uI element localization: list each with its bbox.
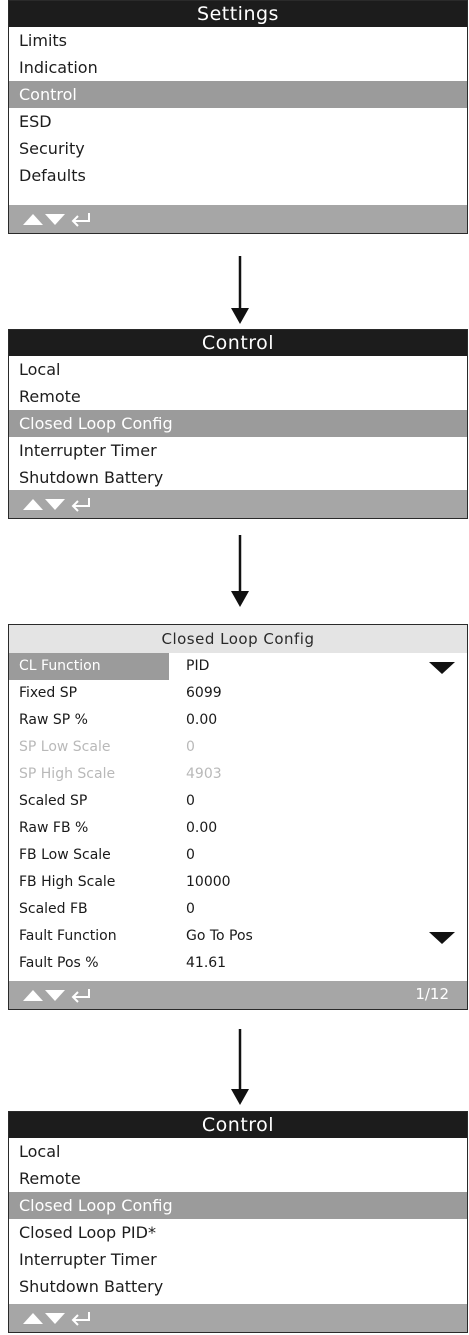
closed-loop-config-title: Closed Loop Config — [9, 625, 467, 653]
menu-item-limits[interactable]: Limits — [9, 27, 467, 54]
arrow-down-icon — [231, 1029, 249, 1105]
param-label: Fault Pos % — [19, 955, 99, 971]
param-value: 0.00 — [186, 712, 218, 728]
menu-item-closed-loop-pid[interactable]: Closed Loop PID* — [9, 1219, 467, 1246]
up-down-enter-icon[interactable] — [23, 211, 113, 227]
param-value: 10000 — [186, 874, 231, 890]
menu-item-defaults[interactable]: Defaults — [9, 162, 467, 189]
nav-footer — [9, 490, 467, 518]
menu-item-indication[interactable]: Indication — [9, 54, 467, 81]
param-row-cl-function[interactable]: CL Function PID — [9, 653, 467, 680]
menu-item-remote[interactable]: Remote — [9, 1165, 467, 1192]
param-label: Scaled FB — [19, 901, 88, 917]
menu-item-esd[interactable]: ESD — [9, 108, 467, 135]
param-value: 0 — [186, 793, 195, 809]
menu-item-shutdown-battery[interactable]: Shutdown Battery — [9, 464, 467, 491]
param-label: Fixed SP — [19, 685, 78, 701]
param-row-sp-low-scale: SP Low Scale 0 — [9, 734, 467, 761]
control-menu-panel: Control Local Remote Closed Loop Config … — [8, 329, 468, 519]
menu-item-local[interactable]: Local — [9, 356, 467, 383]
param-row-fault-pos[interactable]: Fault Pos % 41.61 — [9, 950, 467, 977]
arrow-down-icon — [231, 535, 249, 607]
param-row-fixed-sp[interactable]: Fixed SP 6099 — [9, 680, 467, 707]
nav-footer — [9, 205, 467, 233]
param-value: PID — [186, 658, 210, 674]
param-row-scaled-fb[interactable]: Scaled FB 0 — [9, 896, 467, 923]
dropdown-triangle-icon[interactable] — [429, 662, 455, 674]
menu-item-closed-loop-config[interactable]: Closed Loop Config — [9, 410, 467, 437]
menu-item-security[interactable]: Security — [9, 135, 467, 162]
param-label: FB Low Scale — [19, 847, 111, 863]
menu-item-interrupter-timer[interactable]: Interrupter Timer — [9, 1246, 467, 1273]
menu-item-interrupter-timer[interactable]: Interrupter Timer — [9, 437, 467, 464]
settings-menu-panel: Settings Limits Indication Control ESD S… — [8, 0, 468, 234]
page-indicator: 1/12 — [415, 985, 449, 1003]
param-row-raw-fb[interactable]: Raw FB % 0.00 — [9, 815, 467, 842]
control-menu-panel-pid: Control Local Remote Closed Loop Config … — [8, 1111, 468, 1333]
param-value: 41.61 — [186, 955, 227, 971]
param-label: SP Low Scale — [19, 739, 111, 755]
param-row-fault-function[interactable]: Fault Function Go To Pos — [9, 923, 467, 950]
param-row-raw-sp[interactable]: Raw SP % 0.00 — [9, 707, 467, 734]
param-label: FB High Scale — [19, 874, 116, 890]
param-value: 0 — [186, 901, 195, 917]
menu-item-remote[interactable]: Remote — [9, 383, 467, 410]
param-value: 0 — [186, 847, 195, 863]
param-value: Go To Pos — [186, 928, 253, 944]
param-value: 0 — [186, 739, 195, 755]
arrow-down-icon — [231, 256, 249, 324]
param-label: Raw FB % — [19, 820, 89, 836]
param-value: 4903 — [186, 766, 222, 782]
param-label: Fault Function — [19, 928, 117, 944]
param-value: 0.00 — [186, 820, 218, 836]
nav-footer: 1/12 — [9, 981, 467, 1009]
control-title: Control — [9, 1112, 467, 1138]
param-row-fb-high-scale[interactable]: FB High Scale 10000 — [9, 869, 467, 896]
param-row-sp-high-scale: SP High Scale 4903 — [9, 761, 467, 788]
param-label: Raw SP % — [19, 712, 88, 728]
nav-footer — [9, 1304, 467, 1332]
settings-title: Settings — [9, 1, 467, 27]
param-row-scaled-sp[interactable]: Scaled SP 0 — [9, 788, 467, 815]
param-label: SP High Scale — [19, 766, 116, 782]
menu-item-closed-loop-config[interactable]: Closed Loop Config — [9, 1192, 467, 1219]
closed-loop-config-panel: Closed Loop Config CL Function PID Fixed… — [8, 624, 468, 1010]
control-title: Control — [9, 330, 467, 356]
menu-item-shutdown-battery[interactable]: Shutdown Battery — [9, 1273, 467, 1300]
menu-item-control[interactable]: Control — [9, 81, 467, 108]
param-value: 6099 — [186, 685, 222, 701]
up-down-enter-icon[interactable] — [23, 1310, 113, 1326]
dropdown-triangle-icon[interactable] — [429, 932, 455, 944]
menu-item-local[interactable]: Local — [9, 1138, 467, 1165]
up-down-enter-icon[interactable] — [23, 987, 113, 1003]
param-row-fb-low-scale[interactable]: FB Low Scale 0 — [9, 842, 467, 869]
param-label: CL Function — [9, 653, 169, 680]
param-label: Scaled SP — [19, 793, 88, 809]
up-down-enter-icon[interactable] — [23, 496, 113, 512]
